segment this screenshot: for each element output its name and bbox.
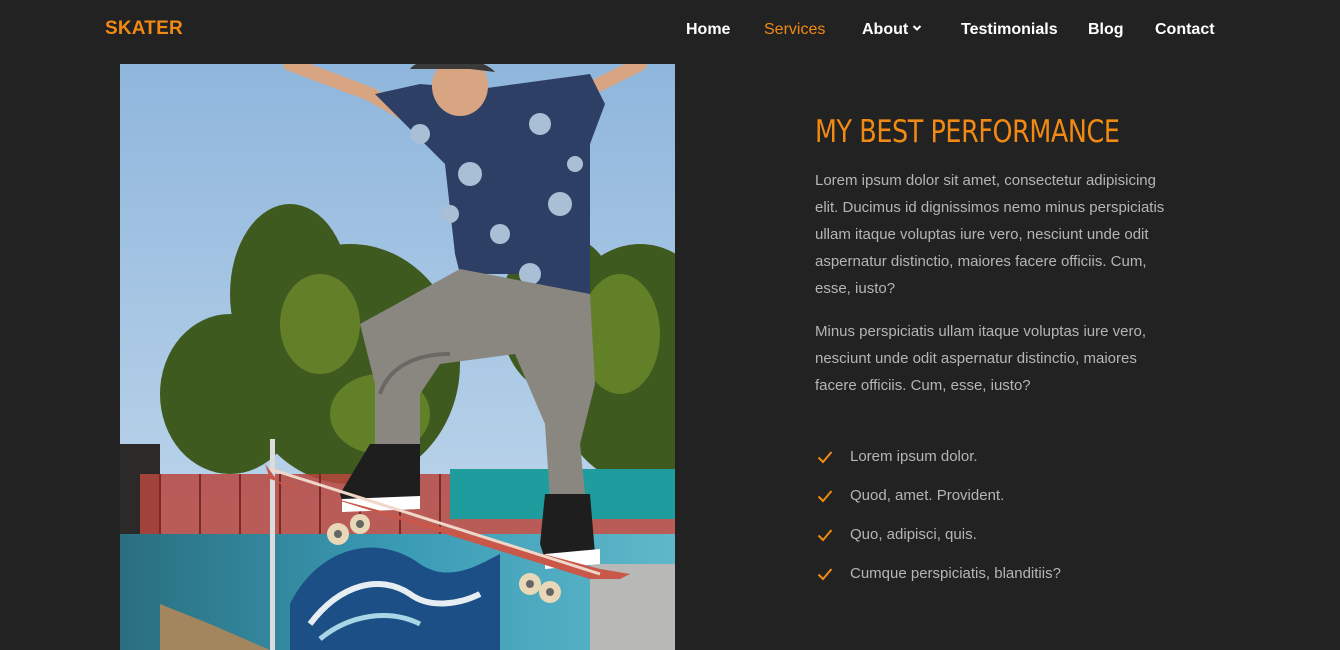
nav-contact-label: Contact <box>1155 21 1215 38</box>
list-item-text: Quod, amet. Provident. <box>850 487 1005 504</box>
check-icon <box>817 566 833 588</box>
check-icon <box>817 527 833 549</box>
nav-about[interactable]: About <box>862 19 922 41</box>
nav-contact[interactable]: Contact <box>1155 19 1215 41</box>
list-item-text: Cumque perspiciatis, blanditiis? <box>850 565 1061 582</box>
paragraph-2: Minus perspiciatis ullam itaque voluptas… <box>815 323 1146 394</box>
chevron-down-icon <box>912 17 922 39</box>
nav-services[interactable]: Services <box>764 19 825 41</box>
nav-blog-label: Blog <box>1088 21 1124 38</box>
nav-testimonials-label: Testimonials <box>961 21 1058 38</box>
skateboarder-photo <box>120 64 675 650</box>
nav-services-label: Services <box>764 21 826 38</box>
list-item: Quod, amet. Provident. <box>815 485 1061 524</box>
section-heading: MY BEST PERFORMANCE <box>815 114 1120 150</box>
nav-about-label: About <box>862 21 909 38</box>
main-nav: Home Services About Testimonials Blog Co… <box>0 19 1340 41</box>
nav-blog[interactable]: Blog <box>1088 19 1124 41</box>
list-item: Cumque perspiciatis, blanditiis? <box>815 563 1061 602</box>
feature-checklist: Lorem ipsum dolor. Quod, amet. Provident… <box>815 446 1061 602</box>
check-icon <box>817 488 833 510</box>
list-item: Lorem ipsum dolor. <box>815 446 1061 485</box>
list-item-text: Quo, adipisci, quis. <box>850 526 977 543</box>
check-icon <box>817 449 833 471</box>
paragraph-1: Lorem ipsum dolor sit amet, consectetur … <box>815 172 1165 297</box>
list-item: Quo, adipisci, quis. <box>815 524 1061 563</box>
nav-home[interactable]: Home <box>686 19 730 41</box>
nav-testimonials[interactable]: Testimonials <box>961 19 1058 41</box>
performance-section: MY BEST PERFORMANCE Lorem ipsum dolor si… <box>815 112 1175 415</box>
nav-home-label: Home <box>686 21 731 38</box>
list-item-text: Lorem ipsum dolor. <box>850 448 978 465</box>
